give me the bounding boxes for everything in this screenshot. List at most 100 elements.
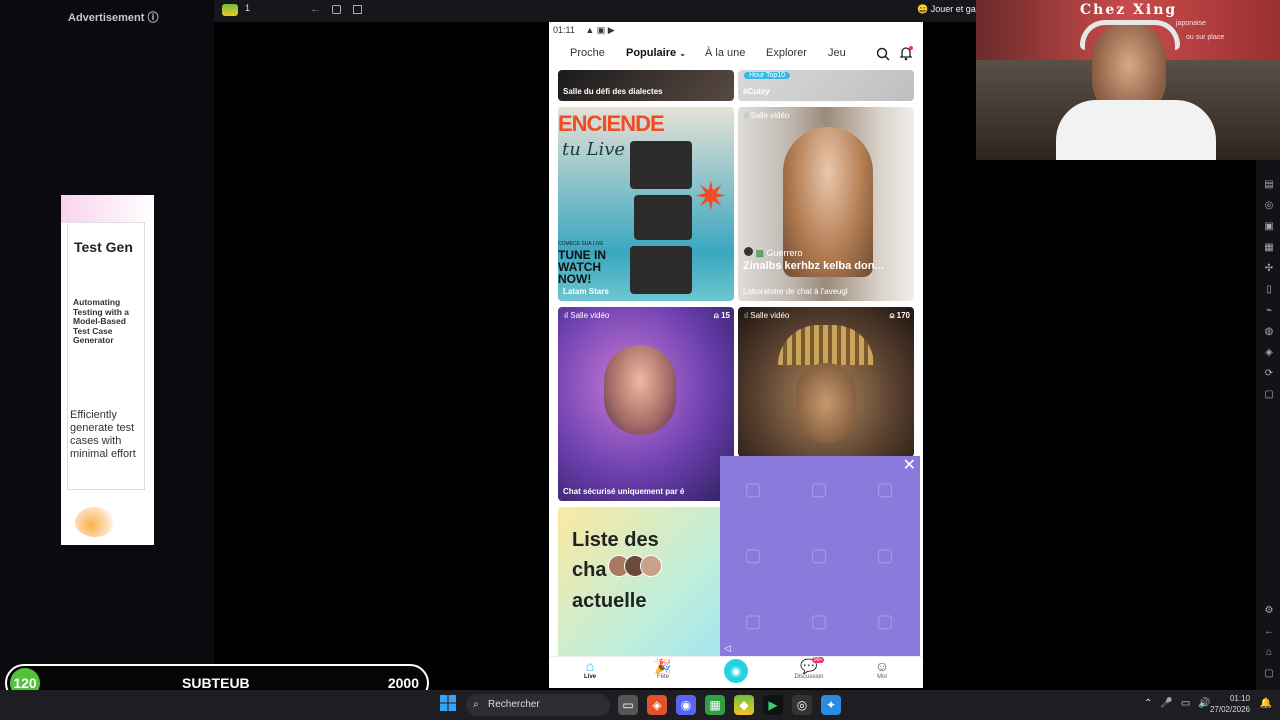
ad-header-band (61, 195, 154, 223)
spreadsheet-icon[interactable]: ▦ (705, 695, 725, 715)
room-tile[interactable]: ENCIENDE tu Live ✷ COMECE SUA LIVE TUNE … (558, 107, 734, 301)
obs-icon[interactable]: ◎ (792, 695, 812, 715)
avatar-stack (608, 555, 663, 586)
placeholder-cell: ▢ (744, 545, 762, 565)
placeholder-cell: ▢ (876, 479, 894, 499)
ad-panel: Advertisement ⓘ ▷ ⁝ Test Gen Automating … (0, 0, 214, 690)
tv-image (634, 195, 692, 240)
ad-image (75, 507, 115, 537)
chevron-down-icon: ⌄ (679, 49, 686, 58)
home-icon: ⌂ (585, 658, 595, 674)
play-icon[interactable]: ▶ (763, 695, 783, 715)
ad-title: Test Gen (74, 239, 133, 255)
bluestacks-logo-icon (222, 4, 238, 16)
speaker-icon[interactable]: ◁ (724, 643, 731, 654)
nav-moi[interactable]: ☺ Moi (857, 658, 907, 681)
portrait-image (796, 363, 856, 443)
ad-body: Efficiently generate test cases with min… (70, 409, 136, 460)
bell-icon[interactable] (899, 46, 913, 61)
placeholder-cell: ▢ (810, 545, 828, 565)
status-icons: ▲ ▣ ▶ (585, 25, 615, 35)
nav-fete[interactable]: 🎉 Fête (638, 658, 688, 681)
notification-icon[interactable]: 🔔 (1260, 698, 1272, 709)
chat-bubble-icon: 💬 (800, 658, 818, 674)
room-title: Chat sécurisé uniquement par é (563, 487, 685, 496)
promo-title: ENCIENDE (558, 111, 665, 136)
user-icon: ⍝ (889, 311, 895, 320)
webcam-overlay: Chez Xing japonaise ou sur place (976, 0, 1280, 160)
room-tile[interactable]: Salle du défi des dialectes (558, 70, 734, 101)
starburst-icon: ✷ (694, 175, 728, 219)
top-nav: Proche Populaire ⌄ À la une Explorer Jeu (549, 38, 923, 70)
camera-icon: ◉ (724, 659, 748, 683)
go-live-button[interactable]: ◉ (711, 659, 761, 683)
sidebar-tools[interactable]: ▤ ◎ ▣ ▦ ✣ ▯ ⌁ ◍ ◈ ⟳ ▢ (1262, 174, 1276, 405)
app-icon[interactable]: ✦ (821, 695, 841, 715)
back-arrow-icon[interactable]: ← (310, 3, 321, 15)
player-name: SUBTEUB (182, 675, 250, 691)
taskbar: ⌕ Rechercher ▭ ◈ ◉ ▦ ◆ ▶ ◎ ✦ ⌃🎤▭🔊 01:10 2… (0, 690, 1280, 720)
user-icon: ⍝ (714, 311, 719, 320)
flag-icon: ▩ (755, 248, 765, 258)
bottom-nav: ⌂ Live 🎉 Fête ◉ 💬 Discussion 99+ ☺ Moi (549, 656, 923, 688)
ad-description: Automating Testing with a Model-Based Te… (73, 297, 130, 345)
windows-start-icon[interactable] (438, 695, 458, 715)
promo-subtitle: tu Live (562, 139, 626, 160)
task-view-icon[interactable]: ▭ (618, 695, 638, 715)
info-circle-icon[interactable]: ⓘ (147, 12, 158, 24)
room-tile[interactable]: ıl Salle vidéo ⍝ 170 (738, 307, 914, 457)
room-tile[interactable]: ıl Salle vidéo ⍝ 15 Chat sécurisé unique… (558, 307, 734, 501)
room-title: Laboratoire de chat à l'aveugl (743, 287, 848, 296)
nav-live[interactable]: ⌂ Live (565, 658, 615, 681)
streamer-image (604, 345, 676, 435)
tab-explorer[interactable]: Explorer (766, 47, 807, 59)
discord-icon[interactable]: ◉ (676, 695, 696, 715)
tv-image (630, 141, 692, 189)
multi-window-icon[interactable] (353, 5, 362, 14)
ad-label: Advertisement ⓘ (68, 12, 159, 24)
hour-top-badge: Hour Top10 (744, 72, 791, 79)
video-bars-icon: ıl (744, 111, 748, 120)
tab-proche[interactable]: Proche (570, 47, 605, 59)
room-tile[interactable]: Liste des cha actuelle (558, 507, 734, 656)
popup-overlay[interactable]: ✕ ▢ ▢ ▢ ▢ ▢ ▢ ▢ ▢ ▢ ◁ (720, 456, 920, 656)
taskbar-clock[interactable]: 01:10 27/02/2026 (1210, 693, 1250, 715)
taskbar-search[interactable]: ⌕ Rechercher (466, 694, 610, 716)
home-icon[interactable] (332, 5, 341, 14)
play-earn-link[interactable]: 😀 Jouer et ga (917, 4, 976, 15)
room-name: Zinalbs kerhbz kelba don... (743, 260, 884, 272)
tv-image (630, 246, 692, 294)
sign-subtext-2: ou sur place (1186, 34, 1225, 41)
tab-label[interactable]: 1 (245, 3, 250, 13)
placeholder-cell: ▢ (744, 479, 762, 499)
sidebar-system[interactable]: ⚙ ← ⌂ ▢ (1262, 600, 1276, 684)
score-total: 2000 (387, 675, 419, 691)
tab-jeu[interactable]: Jeu (828, 47, 846, 59)
tab-a-la-une[interactable]: À la une (705, 47, 745, 59)
profile-icon: ☺ (874, 658, 890, 674)
placeholder-cell: ▢ (876, 545, 894, 565)
room-tile[interactable]: ıl Salle vidéo ▩ Guerrero Zinalbs kerhbz… (738, 107, 914, 301)
video-bars-icon: ıl (744, 311, 748, 320)
party-popper-icon: 🎉 (654, 658, 672, 674)
brave-icon[interactable]: ◈ (647, 695, 667, 715)
bluestacks-icon[interactable]: ◆ (734, 695, 754, 715)
ad-inner-frame: Test Gen Automating Testing with a Model… (67, 222, 145, 490)
system-tray-icons[interactable]: ⌃🎤▭🔊 (1144, 698, 1219, 709)
list-title: Liste des cha actuelle (572, 525, 663, 616)
streamer-shirt (1056, 100, 1216, 160)
ad-card[interactable]: ▷ ⁝ Test Gen Automating Testing with a M… (61, 195, 154, 545)
search-icon[interactable] (876, 47, 890, 61)
nav-discussion[interactable]: 💬 Discussion 99+ (784, 657, 834, 680)
room-tile[interactable]: Hour Top10 #Cutey (738, 70, 914, 101)
tab-populaire[interactable]: Populaire ⌄ (626, 47, 686, 59)
room-title: #Cutey (743, 87, 770, 96)
room-host: ▩ Guerrero (744, 247, 803, 259)
headdress-image (778, 325, 874, 365)
emulator-sidebar: ▤ ◎ ▣ ▦ ✣ ▯ ⌁ ◍ ◈ ⟳ ▢ ⚙ ← ⌂ ▢ (1256, 160, 1280, 690)
placeholder-cell: ▢ (810, 479, 828, 499)
sign-text: Chez Xing (1080, 2, 1178, 18)
viewer-count: ⍝ 170 (889, 311, 910, 320)
room-type-tag: ıl Salle vidéo (744, 111, 790, 120)
viewer-count: ⍝ 15 (714, 311, 730, 320)
